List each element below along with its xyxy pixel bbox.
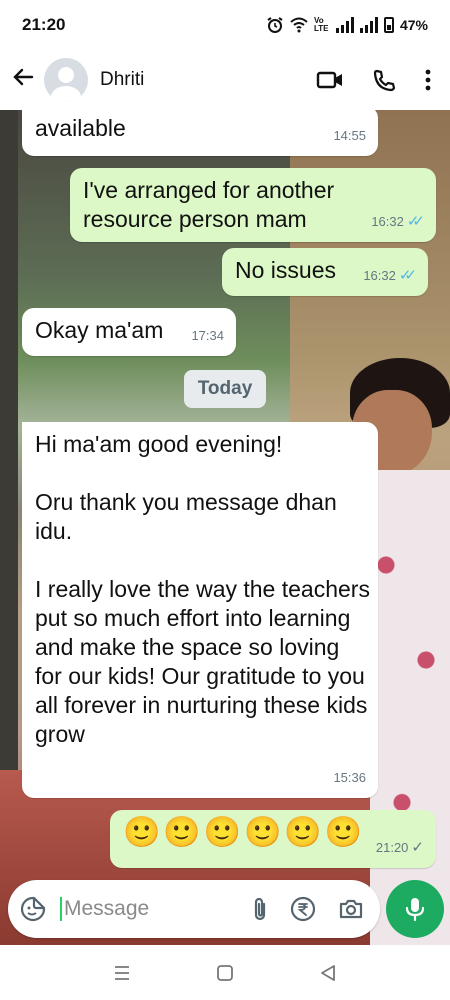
back-nav-icon[interactable]	[319, 964, 337, 982]
signal-icon	[335, 17, 354, 33]
battery-icon	[383, 17, 394, 33]
message-text: Hi ma'am good evening! Oru thank you mes…	[35, 431, 370, 747]
message-text: No issues	[235, 257, 336, 283]
message-time: 21:20	[375, 840, 409, 855]
more-vertical-icon[interactable]	[424, 68, 432, 92]
message-incoming[interactable]: available 14:55	[22, 110, 378, 156]
wifi-icon	[290, 17, 308, 33]
recent-apps-icon[interactable]	[113, 965, 131, 981]
sent-tick-icon: ✓	[411, 839, 424, 856]
chat-area[interactable]: available 14:55 I've arranged for anothe…	[0, 110, 450, 945]
paperclip-icon[interactable]	[252, 896, 268, 922]
message-text: available	[35, 115, 126, 141]
message-text: Okay ma'am	[35, 317, 164, 343]
status-time: 21:20	[22, 15, 66, 34]
message-incoming[interactable]: Okay ma'am 17:34	[22, 308, 236, 356]
chat-header: Dhriti	[0, 50, 450, 110]
message-time: 16:32	[371, 214, 404, 229]
contact-name[interactable]: Dhriti	[100, 69, 144, 91]
message-text: I've arranged for another resource perso…	[83, 177, 335, 232]
video-call-icon[interactable]	[316, 69, 344, 91]
message-outgoing[interactable]: No issues 16:32 ✓✓	[222, 248, 428, 296]
rupee-icon[interactable]	[290, 896, 316, 922]
mic-button[interactable]	[386, 880, 444, 938]
contact-avatar[interactable]	[44, 58, 88, 102]
read-ticks-icon: ✓✓	[398, 267, 417, 284]
message-emojis: 🙂🙂🙂🙂🙂🙂	[123, 816, 366, 849]
date-divider: Today	[184, 370, 266, 408]
mic-icon	[405, 898, 425, 922]
home-icon[interactable]	[216, 964, 234, 982]
message-input[interactable]	[60, 897, 210, 921]
read-ticks-icon: ✓✓	[406, 213, 425, 230]
battery-percent: 47%	[399, 17, 428, 33]
message-time: 15:36	[333, 770, 366, 785]
camera-icon[interactable]	[338, 897, 364, 921]
message-time: 16:32	[363, 268, 396, 283]
message-time: 14:55	[333, 128, 366, 143]
message-time: 17:34	[191, 328, 224, 343]
phone-call-icon[interactable]	[372, 68, 396, 92]
alarm-icon	[267, 17, 283, 33]
volte-label: Vo LTE	[313, 16, 329, 33]
message-incoming[interactable]: Hi ma'am good evening! Oru thank you mes…	[22, 422, 378, 798]
message-outgoing[interactable]: 🙂🙂🙂🙂🙂🙂 21:20 ✓	[110, 810, 436, 868]
system-nav-bar	[0, 945, 450, 1000]
status-indicators: Vo LTE 47%	[266, 16, 428, 34]
message-outgoing[interactable]: I've arranged for another resource perso…	[70, 168, 436, 242]
sticker-icon[interactable]	[20, 896, 46, 922]
message-composer	[8, 880, 380, 938]
back-arrow-icon[interactable]	[10, 65, 36, 96]
signal-icon	[359, 17, 378, 33]
status-bar: 21:20 Vo LTE 47%	[0, 0, 450, 50]
